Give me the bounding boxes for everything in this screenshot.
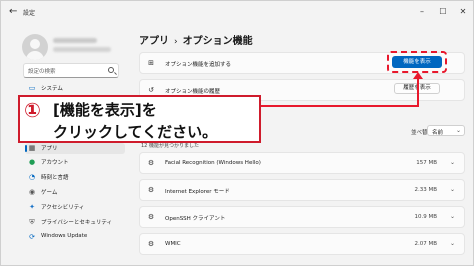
list-item[interactable]: ⚙ WMIC 2.07 MB ⌄ xyxy=(139,233,465,255)
update-icon: ⟳ xyxy=(29,233,35,241)
puzzle-icon: ⚙ xyxy=(147,240,155,248)
avatar[interactable] xyxy=(22,34,48,60)
window-title: 設定 xyxy=(23,10,36,17)
feature-size: 10.9 MB xyxy=(414,214,437,220)
history-label: オプション機能の履歴 xyxy=(165,89,221,95)
title-bar: ← 設定 – ☐ ✕ xyxy=(1,1,473,25)
puzzle-icon: ⚙ xyxy=(147,159,155,167)
settings-search-input[interactable]: 設定の検索 xyxy=(23,63,119,78)
step-number: ① xyxy=(24,98,41,122)
puzzle-icon: ⚙ xyxy=(147,186,155,194)
close-icon[interactable]: ✕ xyxy=(456,7,470,17)
feature-name: Facial Recognition (Windows Hello) xyxy=(165,160,261,166)
list-item[interactable]: ⚙ Internet Explorer モード 2.33 MB ⌄ xyxy=(139,179,465,201)
sidebar-item-label: ゲーム xyxy=(41,190,58,196)
sort-value: 名前 xyxy=(432,130,444,136)
feature-name: WMIC xyxy=(165,241,181,247)
sidebar-item-label: 時刻と言語 xyxy=(41,175,69,181)
sidebar-item-label: アプリ xyxy=(41,146,58,152)
sidebar-item-accessibility[interactable]: ✦ アクセシビリティ xyxy=(25,202,125,213)
list-item[interactable]: ⚙ OpenSSH クライアント 10.9 MB ⌄ xyxy=(139,206,465,228)
add-feature-icon: ⊞ xyxy=(148,59,154,67)
search-icon[interactable] xyxy=(108,67,114,73)
user-email-blurred xyxy=(53,47,111,52)
chevron-down-icon[interactable]: ⌄ xyxy=(450,240,455,247)
feature-count: 12 機能が見つかりました xyxy=(141,143,199,149)
history-icon: ↺ xyxy=(148,86,154,94)
time-language-icon: ◔ xyxy=(28,173,36,181)
sidebar-item-label: アカウント xyxy=(41,160,69,166)
search-placeholder: 設定の検索 xyxy=(28,69,56,75)
sidebar-item-label: システム xyxy=(41,86,63,92)
sidebar-item-accounts[interactable]: ● アカウント xyxy=(25,157,125,168)
sort-dropdown[interactable]: 名前 ⌄ xyxy=(427,125,465,136)
chevron-down-icon: ⌄ xyxy=(455,127,461,134)
callout-line-2: クリックしてください。 xyxy=(53,123,218,141)
view-history-button[interactable]: 履歴を表示 xyxy=(394,83,440,94)
sidebar-item-time-language[interactable]: ◔ 時刻と言語 xyxy=(25,172,125,183)
breadcrumb-parent[interactable]: アプリ xyxy=(139,36,169,47)
sidebar-item-label: Windows Update xyxy=(41,233,88,239)
chevron-down-icon[interactable]: ⌄ xyxy=(450,213,455,220)
sidebar: 設定の検索 ▭ システム ▦ アプリ ● アカウント ◔ 時刻と言語 ◉ ゲーム… xyxy=(1,25,131,266)
chevron-down-icon[interactable]: ⌄ xyxy=(450,159,455,166)
callout-line-1: [機能を表示]を xyxy=(53,101,157,119)
feature-name: OpenSSH クライアント xyxy=(165,216,226,222)
feature-name: Internet Explorer モード xyxy=(165,189,230,195)
minimize-icon[interactable]: – xyxy=(415,7,429,17)
breadcrumb-separator: › xyxy=(174,37,178,47)
puzzle-icon: ⚙ xyxy=(147,213,155,221)
feature-size: 2.07 MB xyxy=(414,241,437,247)
sidebar-item-label: プライバシーとセキュリティ xyxy=(41,220,113,226)
feature-size: 157 MB xyxy=(416,160,437,166)
sidebar-item-gaming[interactable]: ◉ ゲーム xyxy=(25,187,125,198)
instruction-callout: ① [機能を表示]を クリックしてください。 xyxy=(18,95,261,143)
avatar-head-shape xyxy=(30,39,40,49)
apps-icon: ▦ xyxy=(28,144,36,152)
maximize-icon[interactable]: ☐ xyxy=(436,7,450,17)
sidebar-item-label: アクセシビリティ xyxy=(41,205,85,211)
account-icon: ● xyxy=(28,158,36,166)
feature-size: 2.33 MB xyxy=(414,187,437,193)
sidebar-item-system[interactable]: ▭ システム xyxy=(25,83,125,94)
system-icon: ▭ xyxy=(28,84,36,92)
sidebar-item-privacy[interactable]: ⛨ プライバシーとセキュリティ xyxy=(25,217,125,228)
button-highlight-frame xyxy=(387,51,447,73)
user-name-blurred xyxy=(53,38,97,43)
chevron-down-icon[interactable]: ⌄ xyxy=(450,186,455,193)
gaming-icon: ◉ xyxy=(28,188,36,196)
breadcrumb: アプリ › オプション機能 xyxy=(139,32,253,47)
list-item[interactable]: ⚙ Facial Recognition (Windows Hello) 157… xyxy=(139,152,465,174)
page-title: オプション機能 xyxy=(182,36,253,47)
sidebar-item-apps[interactable]: ▦ アプリ xyxy=(25,143,125,154)
shield-icon: ⛨ xyxy=(29,218,35,226)
accessibility-icon: ✦ xyxy=(29,203,35,211)
back-arrow-icon[interactable]: ← xyxy=(9,6,17,17)
add-feature-label: オプション機能を追加する xyxy=(165,62,232,68)
avatar-body-shape xyxy=(26,51,44,60)
sidebar-item-windows-update[interactable]: ⟳ Windows Update xyxy=(25,232,125,243)
